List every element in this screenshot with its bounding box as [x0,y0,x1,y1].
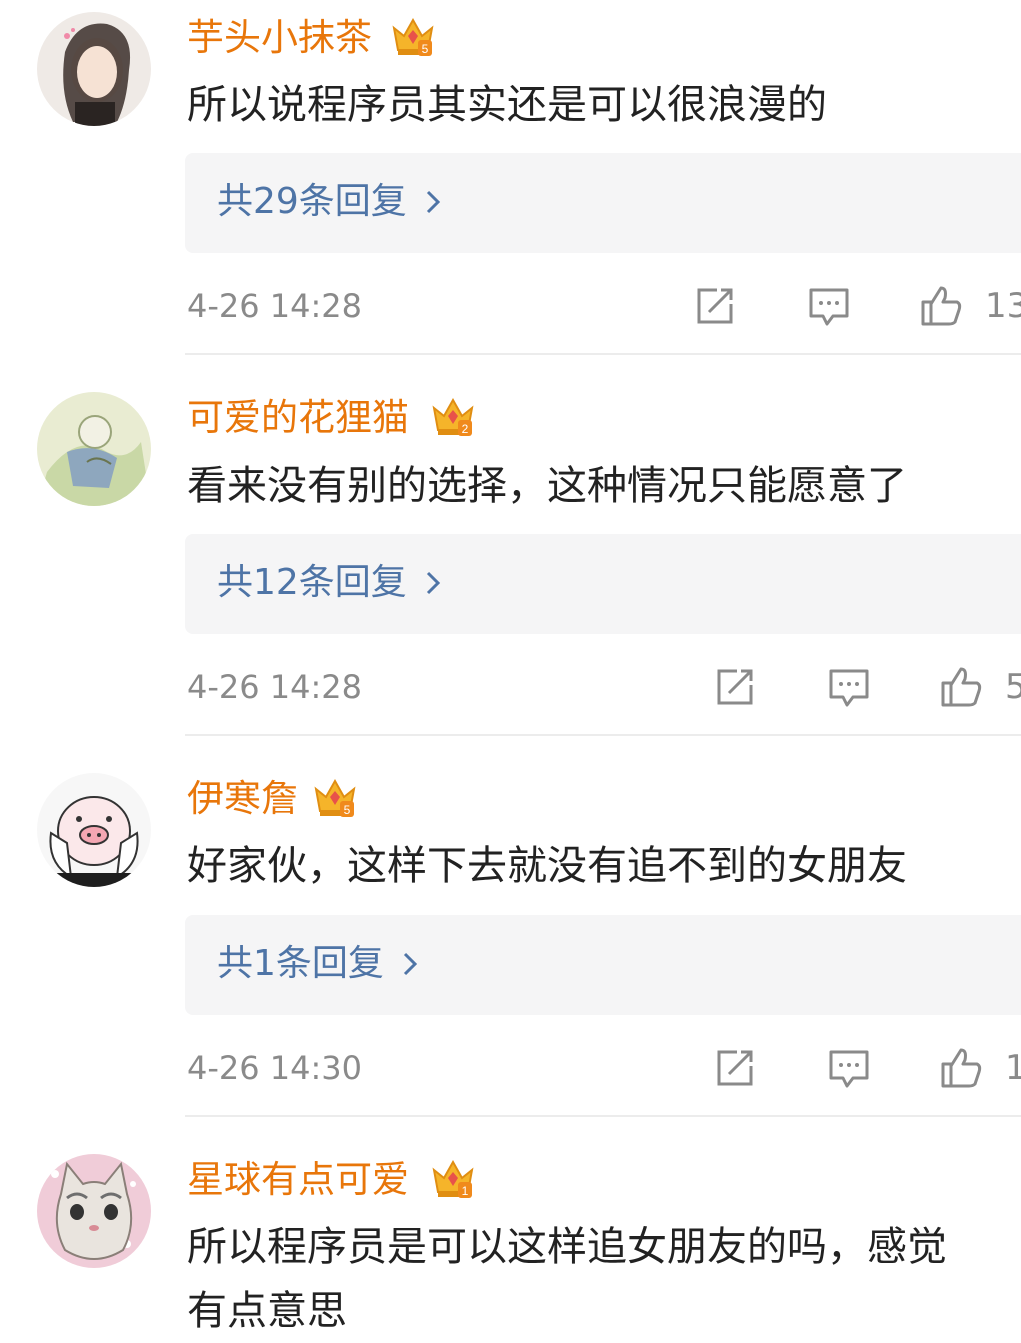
username[interactable]: 可爱的花狸猫 [187,396,409,440]
comment-icon[interactable] [827,665,871,709]
comment-text: 看来没有别的选择，这种情况只能愿意了 [187,463,907,509]
view-replies-link[interactable]: 共12条回复 [217,560,441,606]
replies-label: 共12条回复 [217,562,407,603]
crown-badge-icon: 5 [312,775,358,819]
like-count: 13 [985,286,1021,326]
share-icon[interactable] [713,665,757,709]
replies-box[interactable]: 共12条回复 [185,534,1021,634]
comment-text: 所以说程序员其实还是可以很浪漫的 [187,82,827,128]
thumbs-up-icon[interactable] [919,284,963,328]
divider [185,353,1021,355]
share-icon[interactable] [693,284,737,328]
avatar[interactable] [37,773,151,887]
comment-icon[interactable] [827,1046,871,1090]
comment-icon[interactable] [807,284,851,328]
comment-meta: 4-26 14:28 5 [187,657,1021,717]
chevron-right-icon [403,952,418,976]
avatar[interactable] [37,392,151,506]
svg-text:1: 1 [462,1184,469,1198]
username[interactable]: 芋头小抹茶 [187,16,372,60]
comment-text-line-1: 所以程序员是可以这样追女朋友的吗，感觉 [187,1224,947,1270]
avatar[interactable] [37,12,151,126]
chevron-right-icon [426,571,440,595]
crown-badge-icon: 2 [430,394,476,438]
chevron-right-icon [426,190,440,214]
svg-text:5: 5 [344,803,351,817]
thumbs-up-icon[interactable] [939,665,983,709]
comment-text: 好家伙，这样下去就没有追不到的女朋友 [187,843,907,889]
username[interactable]: 星球有点可爱 [187,1158,409,1202]
view-replies-link[interactable]: 共1条回复 [217,941,418,987]
like-count: 5 [1005,667,1021,707]
comment-meta: 4-26 14:30 1 [187,1038,1021,1098]
username[interactable]: 伊寒詹 [187,777,298,821]
thumbs-up-icon[interactable] [939,1046,983,1090]
svg-text:2: 2 [462,422,469,436]
comment-text-line-2: 有点意思 [187,1288,347,1334]
replies-label: 共29条回复 [217,181,407,222]
timestamp: 4-26 14:30 [187,1049,363,1087]
svg-text:5: 5 [422,42,429,56]
avatar[interactable] [37,1154,151,1268]
replies-label: 共1条回复 [217,943,384,984]
view-replies-link[interactable]: 共29条回复 [217,179,441,225]
crown-badge-icon: 5 [390,14,436,58]
divider [185,734,1021,736]
share-icon[interactable] [713,1046,757,1090]
like-count: 1 [1005,1048,1021,1088]
crown-badge-icon: 1 [430,1156,476,1200]
comment-meta: 4-26 14:28 13 [187,276,1021,336]
timestamp: 4-26 14:28 [187,668,363,706]
divider [185,1115,1021,1117]
timestamp: 4-26 14:28 [187,287,363,325]
replies-box[interactable]: 共29条回复 [185,153,1021,253]
replies-box[interactable]: 共1条回复 [185,915,1021,1015]
